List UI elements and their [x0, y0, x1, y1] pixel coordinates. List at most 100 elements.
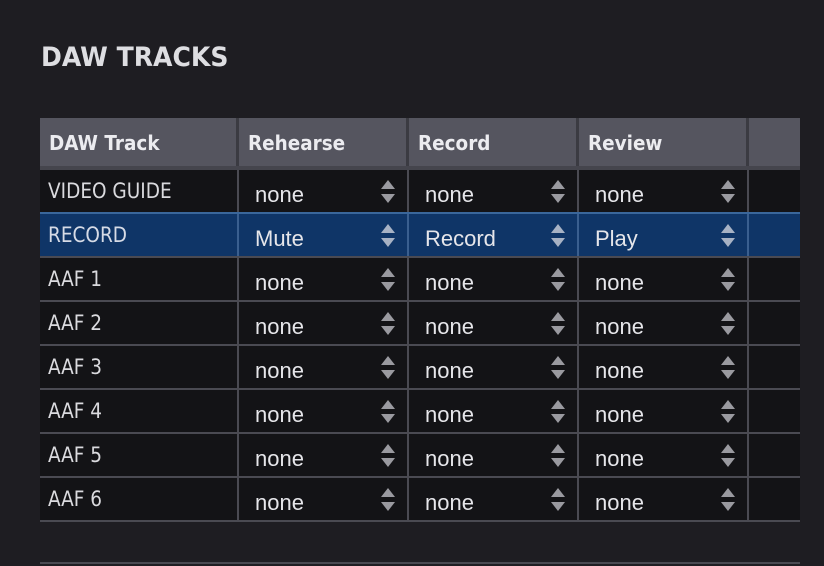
track-name-cell[interactable]: VIDEO GUIDE	[40, 170, 239, 212]
table-row[interactable]: AAF 4 none none none	[40, 390, 800, 434]
record-select[interactable]: Record	[409, 214, 579, 256]
up-down-arrows-icon[interactable]	[721, 180, 735, 206]
rehearse-select[interactable]: none	[239, 302, 409, 344]
track-name-cell[interactable]: AAF 3	[40, 346, 239, 388]
chevron-down-icon[interactable]	[381, 326, 395, 335]
review-select[interactable]: none	[579, 478, 749, 520]
chevron-up-icon[interactable]	[721, 268, 735, 277]
rehearse-select[interactable]: none	[239, 170, 409, 212]
chevron-up-icon[interactable]	[551, 180, 565, 189]
rehearse-select[interactable]: none	[239, 346, 409, 388]
chevron-down-icon[interactable]	[381, 414, 395, 423]
rehearse-select[interactable]: none	[239, 434, 409, 476]
chevron-up-icon[interactable]	[721, 180, 735, 189]
up-down-arrows-icon[interactable]	[721, 224, 735, 250]
track-name-cell[interactable]: RECORD	[40, 214, 239, 256]
review-select[interactable]: Play	[579, 214, 749, 256]
rehearse-select[interactable]: none	[239, 390, 409, 432]
up-down-arrows-icon[interactable]	[551, 268, 565, 294]
chevron-down-icon[interactable]	[551, 238, 565, 247]
up-down-arrows-icon[interactable]	[721, 356, 735, 382]
table-row[interactable]: VIDEO GUIDE none none none	[40, 170, 800, 214]
chevron-up-icon[interactable]	[721, 356, 735, 365]
up-down-arrows-icon[interactable]	[381, 400, 395, 426]
chevron-up-icon[interactable]	[381, 488, 395, 497]
review-select[interactable]: none	[579, 390, 749, 432]
review-select[interactable]: none	[579, 258, 749, 300]
chevron-down-icon[interactable]	[381, 458, 395, 467]
up-down-arrows-icon[interactable]	[381, 356, 395, 382]
chevron-up-icon[interactable]	[381, 400, 395, 409]
record-select[interactable]: none	[409, 478, 579, 520]
chevron-down-icon[interactable]	[721, 282, 735, 291]
chevron-down-icon[interactable]	[721, 502, 735, 511]
track-name-cell[interactable]: AAF 1	[40, 258, 239, 300]
table-row[interactable]: AAF 3 none none none	[40, 346, 800, 390]
chevron-down-icon[interactable]	[721, 238, 735, 247]
chevron-up-icon[interactable]	[551, 224, 565, 233]
chevron-down-icon[interactable]	[381, 370, 395, 379]
column-header-rehearse[interactable]: Rehearse	[239, 118, 409, 166]
chevron-down-icon[interactable]	[721, 414, 735, 423]
chevron-down-icon[interactable]	[721, 326, 735, 335]
up-down-arrows-icon[interactable]	[381, 180, 395, 206]
review-select[interactable]: none	[579, 170, 749, 212]
table-row[interactable]: AAF 2 none none none	[40, 302, 800, 346]
chevron-down-icon[interactable]	[551, 282, 565, 291]
chevron-up-icon[interactable]	[721, 488, 735, 497]
rehearse-select[interactable]: none	[239, 478, 409, 520]
chevron-down-icon[interactable]	[551, 326, 565, 335]
record-select[interactable]: none	[409, 302, 579, 344]
review-select[interactable]: none	[579, 434, 749, 476]
chevron-up-icon[interactable]	[551, 312, 565, 321]
chevron-up-icon[interactable]	[721, 400, 735, 409]
rehearse-select[interactable]: none	[239, 258, 409, 300]
up-down-arrows-icon[interactable]	[381, 488, 395, 514]
chevron-down-icon[interactable]	[721, 194, 735, 203]
table-row[interactable]: AAF 6 none none none	[40, 478, 800, 522]
chevron-down-icon[interactable]	[381, 194, 395, 203]
up-down-arrows-icon[interactable]	[551, 312, 565, 338]
chevron-up-icon[interactable]	[381, 180, 395, 189]
column-header-daw-track[interactable]: DAW Track	[40, 118, 239, 166]
record-select[interactable]: none	[409, 170, 579, 212]
up-down-arrows-icon[interactable]	[551, 180, 565, 206]
chevron-down-icon[interactable]	[551, 502, 565, 511]
column-header-record[interactable]: Record	[409, 118, 579, 166]
record-select[interactable]: none	[409, 258, 579, 300]
up-down-arrows-icon[interactable]	[551, 444, 565, 470]
track-name-cell[interactable]: AAF 2	[40, 302, 239, 344]
chevron-up-icon[interactable]	[551, 400, 565, 409]
chevron-up-icon[interactable]	[381, 356, 395, 365]
chevron-up-icon[interactable]	[721, 444, 735, 453]
table-row[interactable]: RECORD Mute Record Play	[40, 212, 800, 258]
up-down-arrows-icon[interactable]	[381, 268, 395, 294]
table-row[interactable]: AAF 1 none none none	[40, 258, 800, 302]
up-down-arrows-icon[interactable]	[721, 400, 735, 426]
chevron-down-icon[interactable]	[551, 194, 565, 203]
record-select[interactable]: none	[409, 390, 579, 432]
chevron-down-icon[interactable]	[551, 414, 565, 423]
up-down-arrows-icon[interactable]	[381, 444, 395, 470]
chevron-up-icon[interactable]	[721, 224, 735, 233]
up-down-arrows-icon[interactable]	[381, 312, 395, 338]
up-down-arrows-icon[interactable]	[551, 488, 565, 514]
track-name-cell[interactable]: AAF 6	[40, 478, 239, 520]
record-select[interactable]: none	[409, 434, 579, 476]
chevron-down-icon[interactable]	[551, 458, 565, 467]
chevron-down-icon[interactable]	[721, 370, 735, 379]
up-down-arrows-icon[interactable]	[721, 488, 735, 514]
chevron-up-icon[interactable]	[381, 224, 395, 233]
chevron-up-icon[interactable]	[381, 312, 395, 321]
up-down-arrows-icon[interactable]	[721, 312, 735, 338]
chevron-down-icon[interactable]	[381, 502, 395, 511]
chevron-down-icon[interactable]	[381, 238, 395, 247]
track-name-cell[interactable]: AAF 4	[40, 390, 239, 432]
chevron-down-icon[interactable]	[721, 458, 735, 467]
up-down-arrows-icon[interactable]	[551, 224, 565, 250]
chevron-up-icon[interactable]	[721, 312, 735, 321]
chevron-down-icon[interactable]	[551, 370, 565, 379]
chevron-up-icon[interactable]	[551, 268, 565, 277]
review-select[interactable]: none	[579, 346, 749, 388]
up-down-arrows-icon[interactable]	[381, 224, 395, 250]
